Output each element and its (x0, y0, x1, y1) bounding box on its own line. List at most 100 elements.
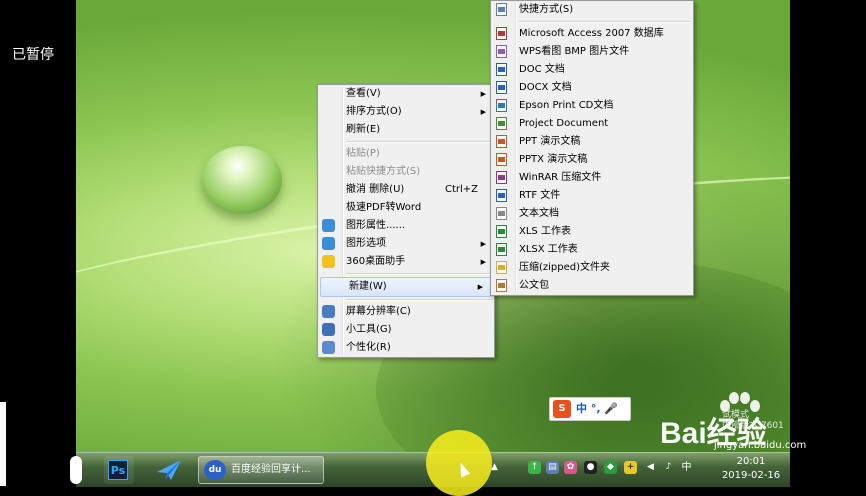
tray-360-icon[interactable]: + (624, 461, 637, 474)
rtf-icon (495, 189, 509, 203)
context-menu-item[interactable]: 排序方式(O) ▶ (318, 103, 494, 121)
baidu-window-label: 百度经验回享计... (231, 464, 311, 475)
tray-green-arrow-icon[interactable]: ↑ (528, 461, 541, 474)
graphics-icon (322, 219, 336, 233)
menu-item-label: 图形选项 (346, 238, 386, 249)
new-submenu-item[interactable]: DOC 文档 (491, 61, 693, 79)
baidu-jingyan-url: jingyan.baidu.com (714, 440, 807, 451)
menu-item-label: Microsoft Access 2007 数据库 (519, 28, 664, 39)
menu-separator (346, 299, 492, 301)
tray-ime-cn-icon[interactable]: 中 (680, 461, 693, 474)
access-icon (495, 27, 509, 41)
new-submenu-item[interactable]: 压缩(zipped)文件夹 (491, 259, 693, 277)
clock-time: 20:01 (736, 456, 766, 467)
new-submenu-item[interactable]: RTF 文件 (491, 187, 693, 205)
new-submenu-item[interactable]: XLS 工作表 (491, 223, 693, 241)
context-menu-item[interactable]: 查看(V) ▶ (318, 85, 494, 103)
new-submenu-item[interactable]: 快捷方式(S) (491, 1, 693, 19)
context-menu-item[interactable]: 小工具(G) (318, 321, 494, 339)
start-button[interactable] (70, 456, 82, 484)
desktop-context-menu: 查看(V) ▶ 排序方式(O) ▶ 刷新(E) 粘贴(P) 粘贴快捷方式(S) 撤消 删除(U… (317, 84, 495, 358)
new-submenu-item[interactable]: XLSX 工作表 (491, 241, 693, 259)
menu-item-label: 快捷方式(S) (519, 4, 574, 15)
context-menu-item[interactable]: 极速PDF转Word (318, 199, 494, 217)
xlsx-icon (495, 243, 509, 257)
menu-item-label: XLS 工作表 (519, 226, 571, 237)
submenu-arrow-icon: ▶ (477, 283, 483, 291)
new-submenu-item[interactable]: PPTX 演示文稿 (491, 151, 693, 169)
context-menu-item: 粘贴快捷方式(S) (318, 163, 494, 181)
menu-item-label: DOC 文档 (519, 64, 565, 75)
menu-item-label: 粘贴快捷方式(S) (346, 166, 421, 177)
context-menu-item[interactable]: 刷新(E) (318, 121, 494, 139)
menu-item-label: Epson Print CD文档 (519, 100, 614, 111)
context-menu-item[interactable]: 个性化(R) (318, 339, 494, 357)
context-menu-item[interactable]: 图形选项 ▶ (318, 235, 494, 253)
tray-network-icon[interactable]: ▤ (546, 461, 559, 474)
ppt-icon (495, 135, 509, 149)
menu-item-label: 公文包 (519, 280, 549, 291)
monitor-icon (322, 305, 336, 319)
project-icon (495, 117, 509, 131)
menu-item-label: 360桌面助手 (346, 256, 406, 267)
shortcut-icon (495, 3, 509, 17)
menu-separator (346, 141, 492, 143)
new-submenu-item[interactable]: 公文包 (491, 277, 693, 295)
context-menu-item[interactable]: 新建(W) ▶ (320, 277, 492, 297)
menu-item-label: XLSX 工作表 (519, 244, 578, 255)
tray-volume-icon[interactable]: ◀ (644, 461, 657, 474)
tray-qq-icon[interactable]: ● (584, 461, 597, 474)
menu-item-label: WinRAR 压缩文件 (519, 172, 602, 183)
tray-flower-icon[interactable]: ✿ (564, 461, 577, 474)
menu-item-label: PPTX 演示文稿 (519, 154, 588, 165)
context-menu-item: 粘贴(P) (318, 145, 494, 163)
menu-item-label: 屏幕分辨率(C) (346, 306, 411, 317)
wallpaper-droplet (202, 146, 282, 214)
new-submenu-item[interactable]: DOCX 文档 (491, 79, 693, 97)
menu-item-label: 极速PDF转Word (346, 202, 422, 213)
menu-item-label: Project Document (519, 118, 609, 129)
clock-date: 2019-02-16 (721, 470, 781, 481)
menu-separator (346, 273, 492, 275)
taskbar-photoshop[interactable]: Ps (104, 456, 134, 484)
photoshop-icon: Ps (108, 460, 128, 480)
paused-label: 已暂停 (12, 47, 54, 63)
new-submenu-item[interactable]: PPT 演示文稿 (491, 133, 693, 151)
new-submenu-item[interactable]: WPS看图 BMP 图片文件 (491, 43, 693, 61)
graphics-icon (322, 237, 336, 251)
tray-shield-icon[interactable]: ◆ (604, 461, 617, 474)
context-menu-item[interactable]: 图形属性...... (318, 217, 494, 235)
menu-item-label: WPS看图 BMP 图片文件 (519, 46, 630, 57)
pptx-icon (495, 153, 509, 167)
new-submenu-item[interactable]: 文本文档 (491, 205, 693, 223)
menu-item-label: 刷新(E) (346, 124, 381, 135)
paper-plane-icon (157, 460, 181, 480)
taskbar-baidu-window[interactable]: du 百度经验回享计... (198, 456, 324, 484)
context-menu-item[interactable]: 360桌面助手 ▶ (318, 253, 494, 271)
context-menu-item[interactable]: 撤消 删除(U) Ctrl+Z (318, 181, 494, 199)
new-submenu-item[interactable]: Microsoft Access 2007 数据库 (491, 25, 693, 43)
tray-speaker-icon[interactable]: ♪ (662, 461, 675, 474)
taskbar-feishu[interactable] (152, 456, 186, 484)
new-submenu-item[interactable]: Project Document (491, 115, 693, 133)
sogou-ime-icon[interactable]: S (553, 400, 571, 418)
taskbar-clock[interactable]: 20:01 2019-02-16 (716, 455, 786, 483)
context-menu-item[interactable]: 屏幕分辨率(C) (318, 303, 494, 321)
menu-item-label: PPT 演示文稿 (519, 136, 581, 147)
xls-icon (495, 225, 509, 239)
menu-item-label: 文本文档 (519, 208, 559, 219)
baidu-du-icon: du (204, 460, 226, 480)
new-submenu-item[interactable]: WinRAR 压缩文件 (491, 169, 693, 187)
menu-item-label: 个性化(R) (346, 342, 391, 353)
menu-item-shortcut: Ctrl+Z (444, 184, 478, 195)
bmp-icon (495, 45, 509, 59)
submenu-arrow-icon: ▶ (480, 258, 486, 266)
submenu-arrow-icon: ▶ (480, 240, 486, 248)
submenu-arrow-icon: ▶ (480, 108, 486, 116)
ime-toolbar[interactable]: S 中 °, 🎤 (549, 397, 631, 421)
menu-item-label: 查看(V) (346, 88, 381, 99)
doc-icon (495, 63, 509, 77)
ime-status[interactable]: 中 °, 🎤 (576, 398, 618, 420)
menu-item-label: 撤消 删除(U) (346, 184, 405, 195)
new-submenu-item[interactable]: Epson Print CD文档 (491, 97, 693, 115)
